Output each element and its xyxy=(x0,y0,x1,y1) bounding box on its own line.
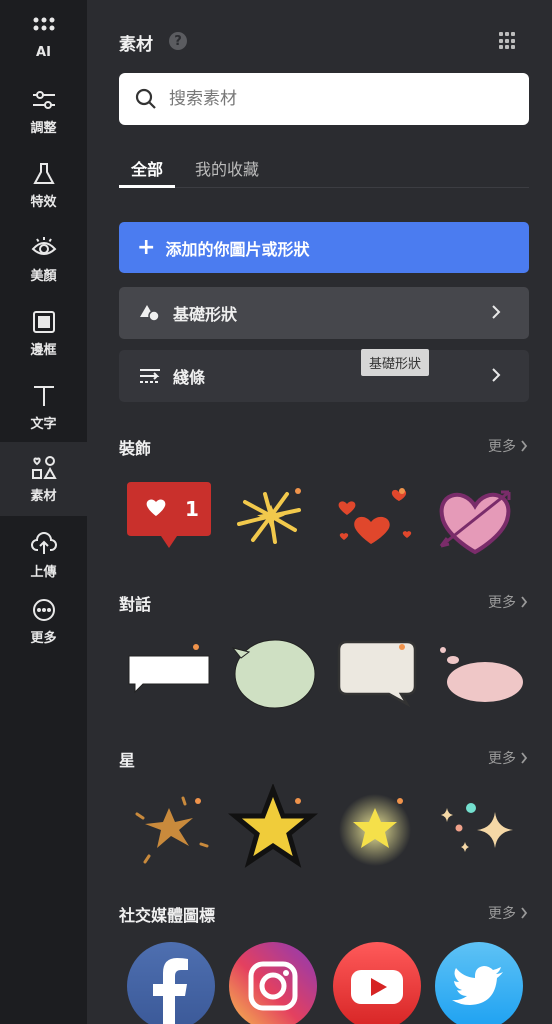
sticker-pixel-star[interactable] xyxy=(227,783,319,876)
sticker-like-notification[interactable]: 1 xyxy=(123,472,215,564)
plus-icon: + xyxy=(137,235,156,260)
sidebar-item-upload[interactable]: 上傳 xyxy=(0,518,87,592)
chevron-right-icon xyxy=(521,907,528,919)
sticker-pink-thought-bubble[interactable] xyxy=(435,628,527,720)
tab-all[interactable]: 全部 xyxy=(131,156,163,180)
tab-favorites[interactable]: 我的收藏 xyxy=(195,156,259,180)
grid-view-icon[interactable] xyxy=(499,32,517,50)
sidebar-item-label: AI xyxy=(36,44,51,60)
upload-cloud-icon xyxy=(30,531,57,554)
shapes-icon xyxy=(31,455,57,479)
chevron-right-icon xyxy=(492,368,501,382)
sidebar-item-frame[interactable]: 邊框 xyxy=(0,296,87,370)
section-title-social: 社交媒體圖標 xyxy=(119,906,216,925)
search-bar xyxy=(119,73,529,125)
sticker-red-hearts[interactable] xyxy=(327,472,419,564)
chevron-right-icon xyxy=(521,752,528,764)
sidebar-item-beauty[interactable]: 美顏 xyxy=(0,222,87,296)
frame-icon xyxy=(32,310,55,333)
sidebar-item-adjust[interactable]: 調整 xyxy=(0,74,87,148)
sidebar-item-text[interactable]: 文字 xyxy=(0,370,87,444)
sticker-sparkle-stars[interactable] xyxy=(433,784,525,876)
sidebar-item-elements[interactable]: 素材 xyxy=(0,442,87,516)
instagram-icon[interactable] xyxy=(227,940,319,1024)
ai-dots-icon xyxy=(33,17,54,30)
facebook-icon[interactable] xyxy=(125,940,217,1024)
sliders-icon xyxy=(32,90,55,109)
lines-button[interactable]: 綫條 xyxy=(119,350,529,402)
badge-count: 1 xyxy=(185,497,199,521)
sidebar-item-label: 美顏 xyxy=(30,268,57,284)
section-title-decoration: 裝飾 xyxy=(119,439,152,458)
sidebar-item-label: 文字 xyxy=(30,416,57,432)
more-link-dialogue[interactable]: 更多 xyxy=(488,592,528,612)
tab-bar: 全部 我的收藏 xyxy=(119,150,529,188)
sticker-glowing-star[interactable] xyxy=(329,784,421,876)
help-icon[interactable]: ? xyxy=(169,32,187,50)
sticker-sketch-bubble[interactable] xyxy=(331,628,423,720)
sidebar-item-more[interactable]: 更多 xyxy=(0,584,87,658)
chevron-right-icon xyxy=(521,596,528,608)
twitter-icon[interactable] xyxy=(433,940,525,1024)
lines-label: 綫條 xyxy=(173,368,206,387)
basic-shapes-label: 基礎形狀 xyxy=(173,305,238,324)
flask-icon xyxy=(32,162,55,184)
basic-shapes-button[interactable]: 基礎形狀 xyxy=(119,287,529,339)
more-label: 更多 xyxy=(488,595,516,611)
more-link-decoration[interactable]: 更多 xyxy=(488,436,528,456)
chevron-right-icon xyxy=(492,305,501,319)
section-title-star: 星 xyxy=(119,751,136,770)
sticker-heart-arrow[interactable] xyxy=(429,472,521,564)
text-icon xyxy=(33,385,54,406)
chevron-right-icon xyxy=(521,440,528,452)
sidebar-item-label: 調整 xyxy=(30,120,57,136)
more-dots-icon xyxy=(32,598,55,621)
search-input[interactable] xyxy=(169,89,489,109)
more-label: 更多 xyxy=(488,751,516,767)
sticker-sparkle-burst[interactable] xyxy=(225,472,317,564)
sidebar-item-label: 上傳 xyxy=(30,564,57,580)
search-icon xyxy=(135,88,156,109)
sidebar-item-ai[interactable]: AI xyxy=(0,0,87,74)
sticker-green-oval-bubble[interactable] xyxy=(227,628,319,720)
page-title: 素材 xyxy=(119,35,153,55)
sidebar-item-label: 特效 xyxy=(30,194,57,210)
section-title-dialogue: 對話 xyxy=(119,595,152,614)
add-button-label: 添加的你圖片或形狀 xyxy=(165,239,310,259)
more-link-star[interactable]: 更多 xyxy=(488,748,528,768)
tooltip: 基礎形狀 xyxy=(361,349,430,376)
youtube-icon[interactable] xyxy=(331,940,423,1024)
lines-icon xyxy=(140,369,160,383)
sticker-white-rectangle-bubble[interactable] xyxy=(125,628,217,720)
sidebar-item-label: 更多 xyxy=(30,630,57,646)
more-link-social[interactable]: 更多 xyxy=(488,903,528,923)
sidebar-item-label: 邊框 xyxy=(30,342,57,358)
add-image-or-shape-button[interactable]: + 添加的你圖片或形狀 xyxy=(119,222,529,273)
elements-panel: 素材 ? 全部 我的收藏 + 添加的你圖片或形狀 基礎形狀 綫條 基礎形狀 裝飾 xyxy=(87,0,552,1024)
shapes-triangle-icon xyxy=(140,305,160,322)
sticker-gold-burst-star[interactable] xyxy=(123,784,215,876)
active-tab-indicator xyxy=(119,185,175,188)
more-label: 更多 xyxy=(488,439,516,455)
sidebar-item-label: 素材 xyxy=(30,488,57,504)
sidebar: AI 調整 特效 美顏 邊框 文字 素材 上傳 更多 xyxy=(0,0,87,1024)
sidebar-item-effects[interactable]: 特效 xyxy=(0,148,87,222)
more-label: 更多 xyxy=(488,906,516,922)
eye-icon xyxy=(31,236,56,255)
